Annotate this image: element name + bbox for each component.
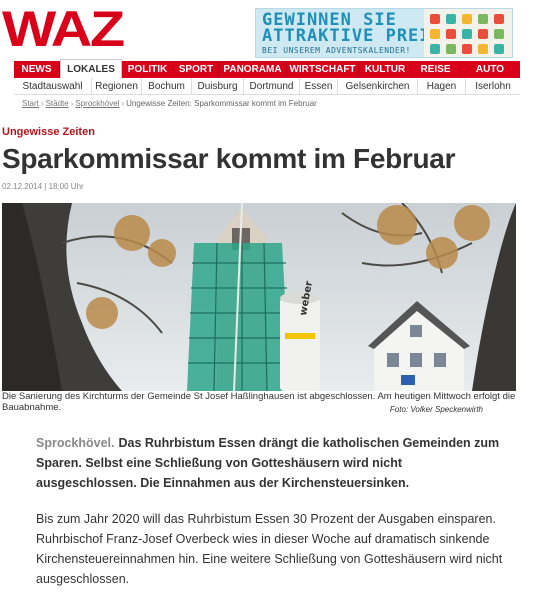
subnav-item-bochum[interactable]: Bochum xyxy=(142,78,192,94)
advent-calendar-illustration xyxy=(424,9,512,57)
waz-logo[interactable]: WAZ xyxy=(2,4,125,54)
breadcrumb-staedte[interactable]: Städte xyxy=(46,99,69,108)
breadcrumb-separator: › xyxy=(70,99,74,108)
breadcrumb-start[interactable]: Start xyxy=(22,99,39,108)
article-kicker: Ungewisse Zeiten xyxy=(2,126,95,138)
subnav-item-regionen[interactable]: Regionen xyxy=(92,78,142,94)
city-subnavigation: Stadtauswahl Regionen Bochum Duisburg Do… xyxy=(14,78,520,95)
breadcrumb-separator: › xyxy=(40,99,44,108)
nav-item-kultur[interactable]: KULTUR xyxy=(359,61,412,78)
breadcrumb-current: Ungewisse Zeiten: Sparkommissar kommt im… xyxy=(126,99,317,108)
main-navigation: NEWS LOKALES POLITIK SPORT PANORAMA WIRT… xyxy=(14,59,520,78)
nav-item-sport[interactable]: SPORT xyxy=(174,61,219,78)
nav-item-reise[interactable]: REISE xyxy=(412,61,460,78)
nav-item-wirtschaft[interactable]: WIRTSCHAFT xyxy=(287,61,359,78)
subnav-item-hagen[interactable]: Hagen xyxy=(418,78,466,94)
subnav-item-duisburg[interactable]: Duisburg xyxy=(192,78,244,94)
article-dateline: 02.12.2014 | 18:00 Uhr xyxy=(2,182,84,191)
photo-credit: Foto: Volker Speckenwirth xyxy=(389,405,483,414)
subnav-item-iserlohn[interactable]: Iserlohn xyxy=(466,78,520,94)
subnav-item-dortmund[interactable]: Dortmund xyxy=(244,78,300,94)
breadcrumb-separator: › xyxy=(121,99,125,108)
article-headline: Sparkommissar kommt im Februar xyxy=(2,143,456,174)
nav-item-panorama[interactable]: PANORAMA xyxy=(219,61,287,78)
breadcrumb-sprockhoevel[interactable]: Sprockhövel xyxy=(75,99,119,108)
subnav-item-stadtauswahl[interactable]: Stadtauswahl xyxy=(14,78,92,94)
nav-item-politik[interactable]: POLITIK xyxy=(122,61,174,78)
breadcrumb: Start › Städte › Sprockhövel › Ungewisse Zeite… xyxy=(22,99,317,108)
subnav-item-gelsenkirchen[interactable]: Gelsenkirchen xyxy=(338,78,418,94)
subnav-item-essen[interactable]: Essen xyxy=(300,78,338,94)
ad-line-3: BEI UNSEREM ADVENTSKALENDER! xyxy=(262,46,411,55)
article-photo[interactable]: weber xyxy=(2,203,516,391)
nav-item-lokales[interactable]: LOKALES xyxy=(60,59,122,78)
article-place: Sprockhövel. xyxy=(36,436,115,450)
article-body: Bis zum Jahr 2020 will das Ruhrbistum Es… xyxy=(36,512,503,586)
nav-item-news[interactable]: NEWS xyxy=(14,61,60,78)
nav-item-auto[interactable]: AUTO xyxy=(460,61,520,78)
article-lead: Sprockhövel. Das Ruhrbistum Essen drängt … xyxy=(36,433,506,493)
advent-calendar-ad-banner[interactable]: GEWINNEN SIE ATTRAKTIVE PREISE BEI UNSER… xyxy=(255,8,513,58)
